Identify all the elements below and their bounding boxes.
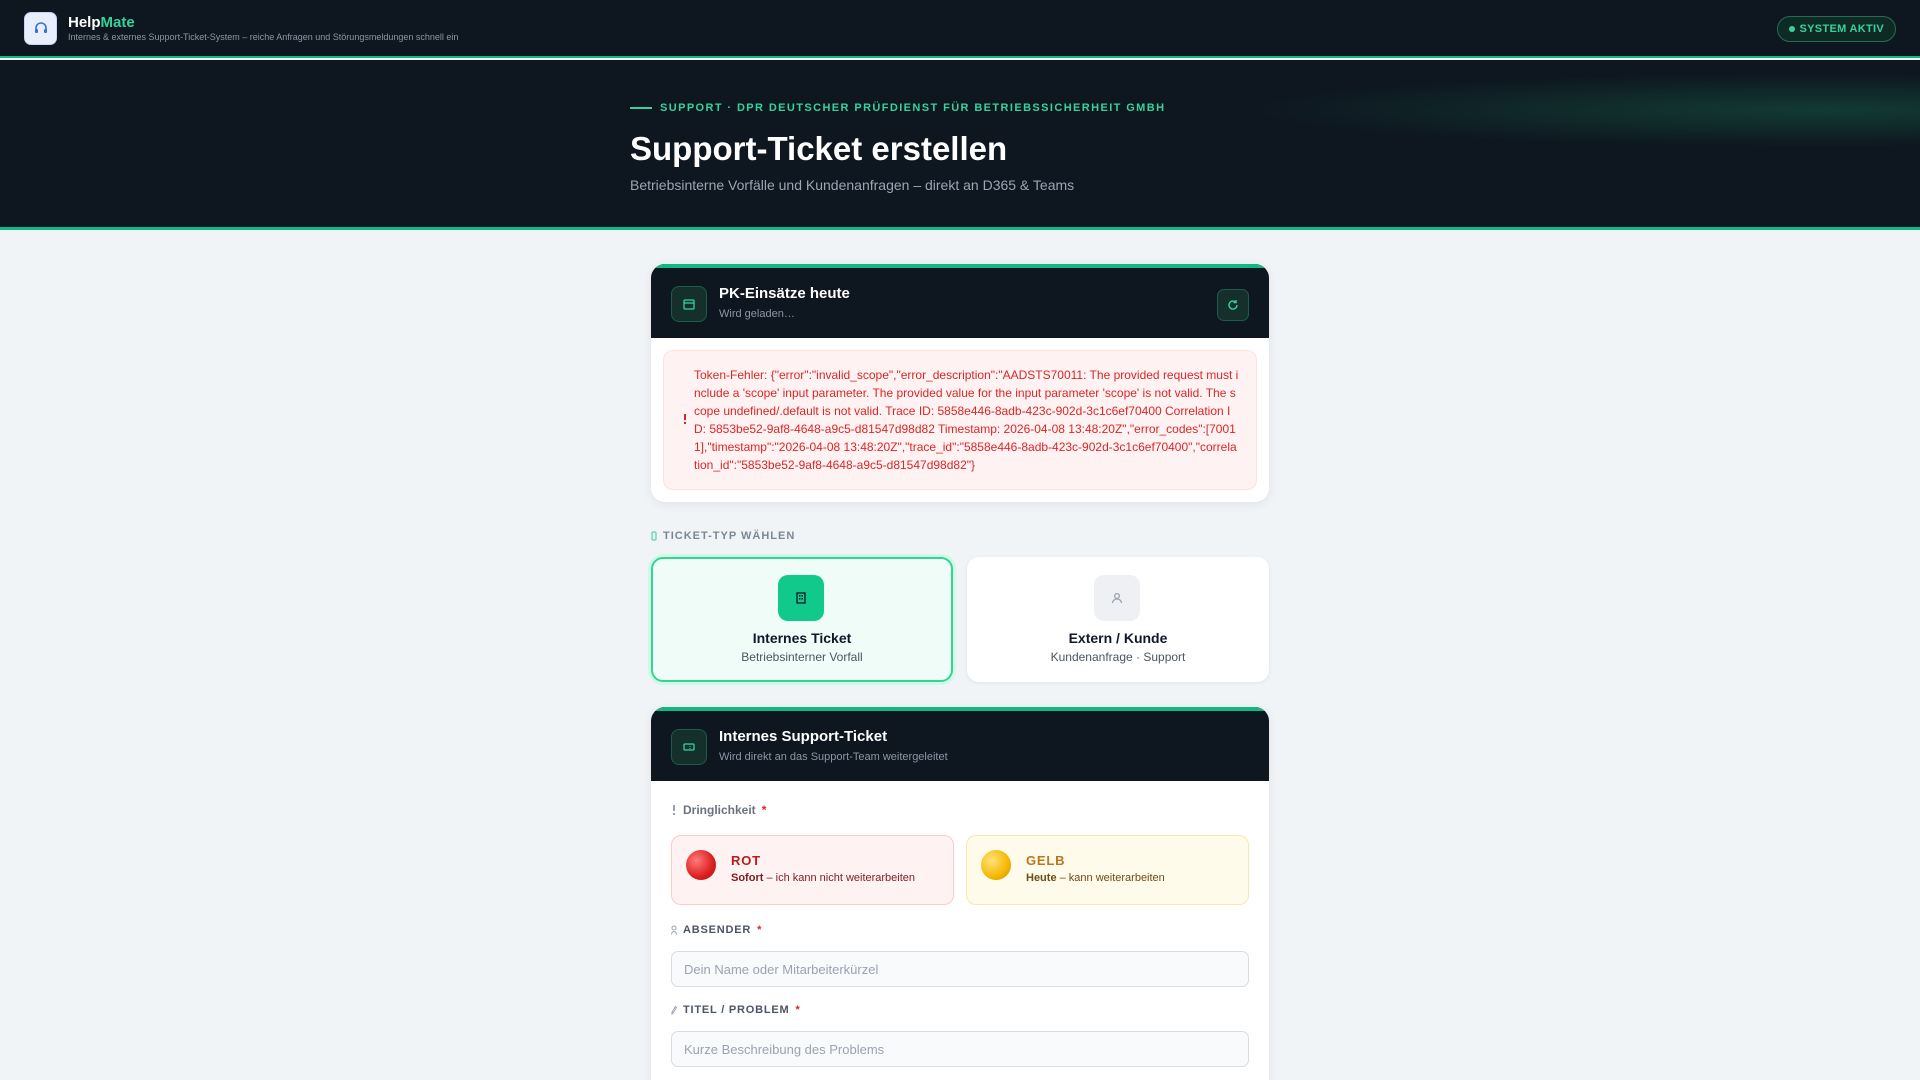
app-brand: HelpMate bbox=[68, 14, 135, 31]
urgency-option-yellow[interactable]: GELB Heute – kann weiterarbeiten bbox=[966, 835, 1249, 905]
user-icon bbox=[1094, 575, 1140, 621]
refresh-button[interactable] bbox=[1217, 289, 1249, 321]
ticket-type-internal[interactable]: Internes Ticket Betriebsinterner Vorfall bbox=[651, 557, 953, 682]
required-marker: * bbox=[795, 1004, 801, 1016]
token-error-alert: Token-Fehler: {"error":"invalid_scope","… bbox=[663, 350, 1257, 490]
top-navbar: HelpMate Internes & externes Support-Tic… bbox=[0, 0, 1920, 58]
headset-icon bbox=[34, 21, 47, 33]
form-card-header: Internes Support-Ticket Wird direkt an d… bbox=[651, 707, 1269, 781]
app-tagline: Internes & externes Support-Ticket-Syste… bbox=[68, 32, 459, 42]
sender-field-label: Absender * bbox=[671, 924, 762, 936]
ticket-type-label: Ticket-Typ wählen bbox=[663, 530, 796, 542]
building-icon bbox=[778, 575, 824, 621]
urgency-red-title: ROT bbox=[731, 853, 761, 868]
urgency-field-label: Dringlichkeit * bbox=[671, 803, 766, 817]
alert-icon bbox=[673, 805, 675, 815]
urgency-option-red[interactable]: ROT Sofort – ich kann nicht weiterarbeit… bbox=[671, 835, 954, 905]
ticket-type-external-title: Extern / Kunde bbox=[1068, 630, 1168, 646]
title-field-label: Titel / Problem * bbox=[671, 1004, 801, 1016]
urgency-yellow-title: GELB bbox=[1026, 853, 1066, 868]
tag-icon bbox=[651, 531, 657, 541]
hero-eyebrow: Support · DPR Deutscher Prüfdienst für B… bbox=[630, 102, 1165, 114]
required-marker: * bbox=[757, 924, 763, 936]
ticket-type-section-label: Ticket-Typ wählen bbox=[651, 530, 795, 542]
hero-banner: Support · DPR Deutscher Prüfdienst für B… bbox=[0, 60, 1920, 230]
urgency-label-text: Dringlichkeit bbox=[683, 803, 756, 817]
pen-icon bbox=[671, 1005, 677, 1015]
ticket-type-external[interactable]: Extern / Kunde Kundenanfrage · Support bbox=[967, 557, 1269, 682]
calendar-icon bbox=[671, 286, 707, 322]
title-input[interactable] bbox=[671, 1031, 1249, 1067]
pk-card-title: PK-Einsätze heute bbox=[719, 285, 850, 302]
page-title: Support-Ticket erstellen bbox=[630, 130, 1008, 167]
ticket-type-internal-subtitle: Betriebsinterner Vorfall bbox=[741, 650, 863, 664]
pk-einsaetze-card: PK-Einsätze heute Wird geladen… Token-Fe… bbox=[651, 264, 1269, 502]
urgency-red-rest: – ich kann nicht weiterarbeiten bbox=[763, 872, 916, 884]
title-label-text: Titel / Problem bbox=[683, 1004, 790, 1016]
red-circle-icon bbox=[686, 850, 716, 880]
urgency-red-description: Sofort – ich kann nicht weiterarbeiten bbox=[731, 872, 915, 884]
token-error-message: Token-Fehler: {"error":"invalid_scope","… bbox=[694, 368, 1239, 472]
system-status-badge: SYSTEM AKTIV bbox=[1776, 16, 1896, 42]
app-logo[interactable] bbox=[24, 12, 57, 45]
pk-card-status: Wird geladen… bbox=[719, 308, 795, 320]
ticket-icon bbox=[671, 729, 707, 765]
error-icon bbox=[682, 411, 688, 429]
internal-ticket-form-card: Internes Support-Ticket Wird direkt an d… bbox=[651, 707, 1269, 1080]
sender-input[interactable] bbox=[671, 951, 1249, 987]
eyebrow-line bbox=[630, 107, 652, 109]
sender-label-text: Absender bbox=[683, 924, 752, 936]
ticket-type-internal-title: Internes Ticket bbox=[752, 630, 852, 646]
brand-name-part2: Mate bbox=[100, 14, 135, 31]
form-card-subtitle: Wird direkt an das Support-Team weiterge… bbox=[719, 751, 948, 763]
yellow-circle-icon bbox=[981, 850, 1011, 880]
required-marker: * bbox=[761, 803, 767, 817]
urgency-red-strong: Sofort bbox=[731, 872, 764, 884]
ticket-type-external-subtitle: Kundenanfrage · Support bbox=[1050, 650, 1186, 664]
refresh-icon bbox=[1228, 300, 1238, 310]
user-icon bbox=[671, 925, 677, 935]
hero-eyebrow-text: Support · DPR Deutscher Prüfdienst für B… bbox=[660, 102, 1166, 114]
brand-name-part1: Help bbox=[68, 14, 101, 31]
urgency-yellow-strong: Heute bbox=[1026, 872, 1057, 884]
pk-card-header: PK-Einsätze heute Wird geladen… bbox=[651, 264, 1269, 338]
system-status-text: SYSTEM AKTIV bbox=[1799, 23, 1884, 35]
urgency-yellow-rest: – kann weiterarbeiten bbox=[1056, 872, 1165, 884]
page-subtitle: Betriebsinterne Vorfälle und Kundenanfra… bbox=[630, 177, 1075, 193]
status-dot-icon bbox=[1788, 26, 1795, 32]
urgency-yellow-description: Heute – kann weiterarbeiten bbox=[1026, 872, 1165, 884]
form-card-title: Internes Support-Ticket bbox=[719, 728, 888, 745]
